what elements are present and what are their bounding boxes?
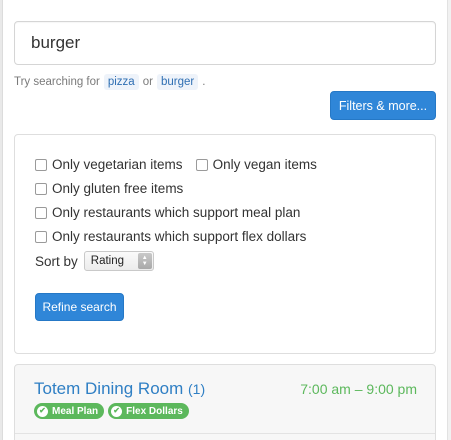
- result-count: (1): [188, 381, 206, 397]
- badge-meal-plan: ✔ Meal Plan: [34, 403, 105, 419]
- check-circle-icon: ✔: [37, 405, 48, 417]
- sort-row: Sort by Rating ▲ ▼: [35, 251, 154, 271]
- hint-example-burger[interactable]: burger: [156, 74, 199, 90]
- sort-label: Sort by: [35, 253, 78, 269]
- badge-flex-dollars-label: Flex Dollars: [126, 405, 183, 417]
- filter-vegan[interactable]: Only vegan items: [195, 157, 317, 172]
- hint-example-pizza[interactable]: pizza: [103, 74, 139, 90]
- search-hint: Try searching for pizza or burger .: [14, 74, 205, 90]
- filter-panel: Only vegetarian items Only vegan items O…: [14, 134, 436, 354]
- filter-gluten-free-label: Only gluten free items: [52, 181, 184, 196]
- checkbox-meal-plan[interactable]: [35, 206, 47, 219]
- result-hours: 7:00 am – 9:00 pm: [300, 381, 417, 397]
- badge-meal-plan-label: Meal Plan: [52, 405, 99, 417]
- checkbox-gluten-free[interactable]: [35, 182, 47, 195]
- filter-flex-dollars-label: Only restaurants which support flex doll…: [52, 229, 307, 244]
- result-badges: ✔ Meal Plan ✔ Flex Dollars: [34, 403, 193, 419]
- filters-more-button[interactable]: Filters & more...: [330, 91, 436, 120]
- filter-meal-plan[interactable]: Only restaurants which support meal plan: [35, 205, 300, 220]
- filter-row-meal-plan: Only restaurants which support meal plan: [35, 205, 313, 220]
- filter-meal-plan-label: Only restaurants which support meal plan: [52, 205, 301, 220]
- filter-gluten-free[interactable]: Only gluten free items: [35, 181, 183, 196]
- checkbox-flex-dollars[interactable]: [35, 230, 47, 243]
- filter-vegan-label: Only vegan items: [212, 157, 317, 172]
- filter-row-diet: Only vegetarian items Only vegan items: [35, 157, 330, 172]
- checkbox-vegetarian[interactable]: [35, 158, 47, 171]
- badge-flex-dollars: ✔ Flex Dollars: [108, 403, 189, 419]
- search-input-value: burger: [31, 33, 81, 52]
- checkbox-vegan[interactable]: [195, 158, 208, 171]
- sort-select-value: Rating: [90, 255, 125, 267]
- sort-select[interactable]: Rating ▲ ▼: [83, 251, 154, 271]
- result-title[interactable]: Totem Dining Room (1): [34, 379, 205, 399]
- hint-prefix: Try searching for: [14, 76, 100, 88]
- filter-row-flex-dollars: Only restaurants which support flex doll…: [35, 229, 319, 244]
- filter-vegetarian[interactable]: Only vegetarian items: [35, 157, 183, 172]
- window-scrollbar[interactable]: [447, 0, 451, 440]
- check-circle-icon: ✔: [111, 405, 123, 417]
- hint-or: or: [142, 76, 153, 88]
- refine-search-button[interactable]: Refine search: [35, 293, 124, 321]
- result-name[interactable]: Totem Dining Room: [34, 379, 183, 398]
- filter-row-gluten: Only gluten free items: [35, 181, 196, 196]
- up-down-stepper-icon: ▲ ▼: [137, 253, 152, 269]
- result-card: Totem Dining Room (1) 7:00 am – 9:00 pm …: [14, 364, 436, 440]
- filter-vegetarian-label: Only vegetarian items: [52, 157, 183, 172]
- filter-flex-dollars[interactable]: Only restaurants which support flex doll…: [35, 229, 306, 244]
- window-left-edge: [0, 0, 3, 440]
- search-input[interactable]: burger: [14, 21, 436, 65]
- hint-suffix: .: [202, 76, 206, 88]
- result-divider: [15, 433, 435, 434]
